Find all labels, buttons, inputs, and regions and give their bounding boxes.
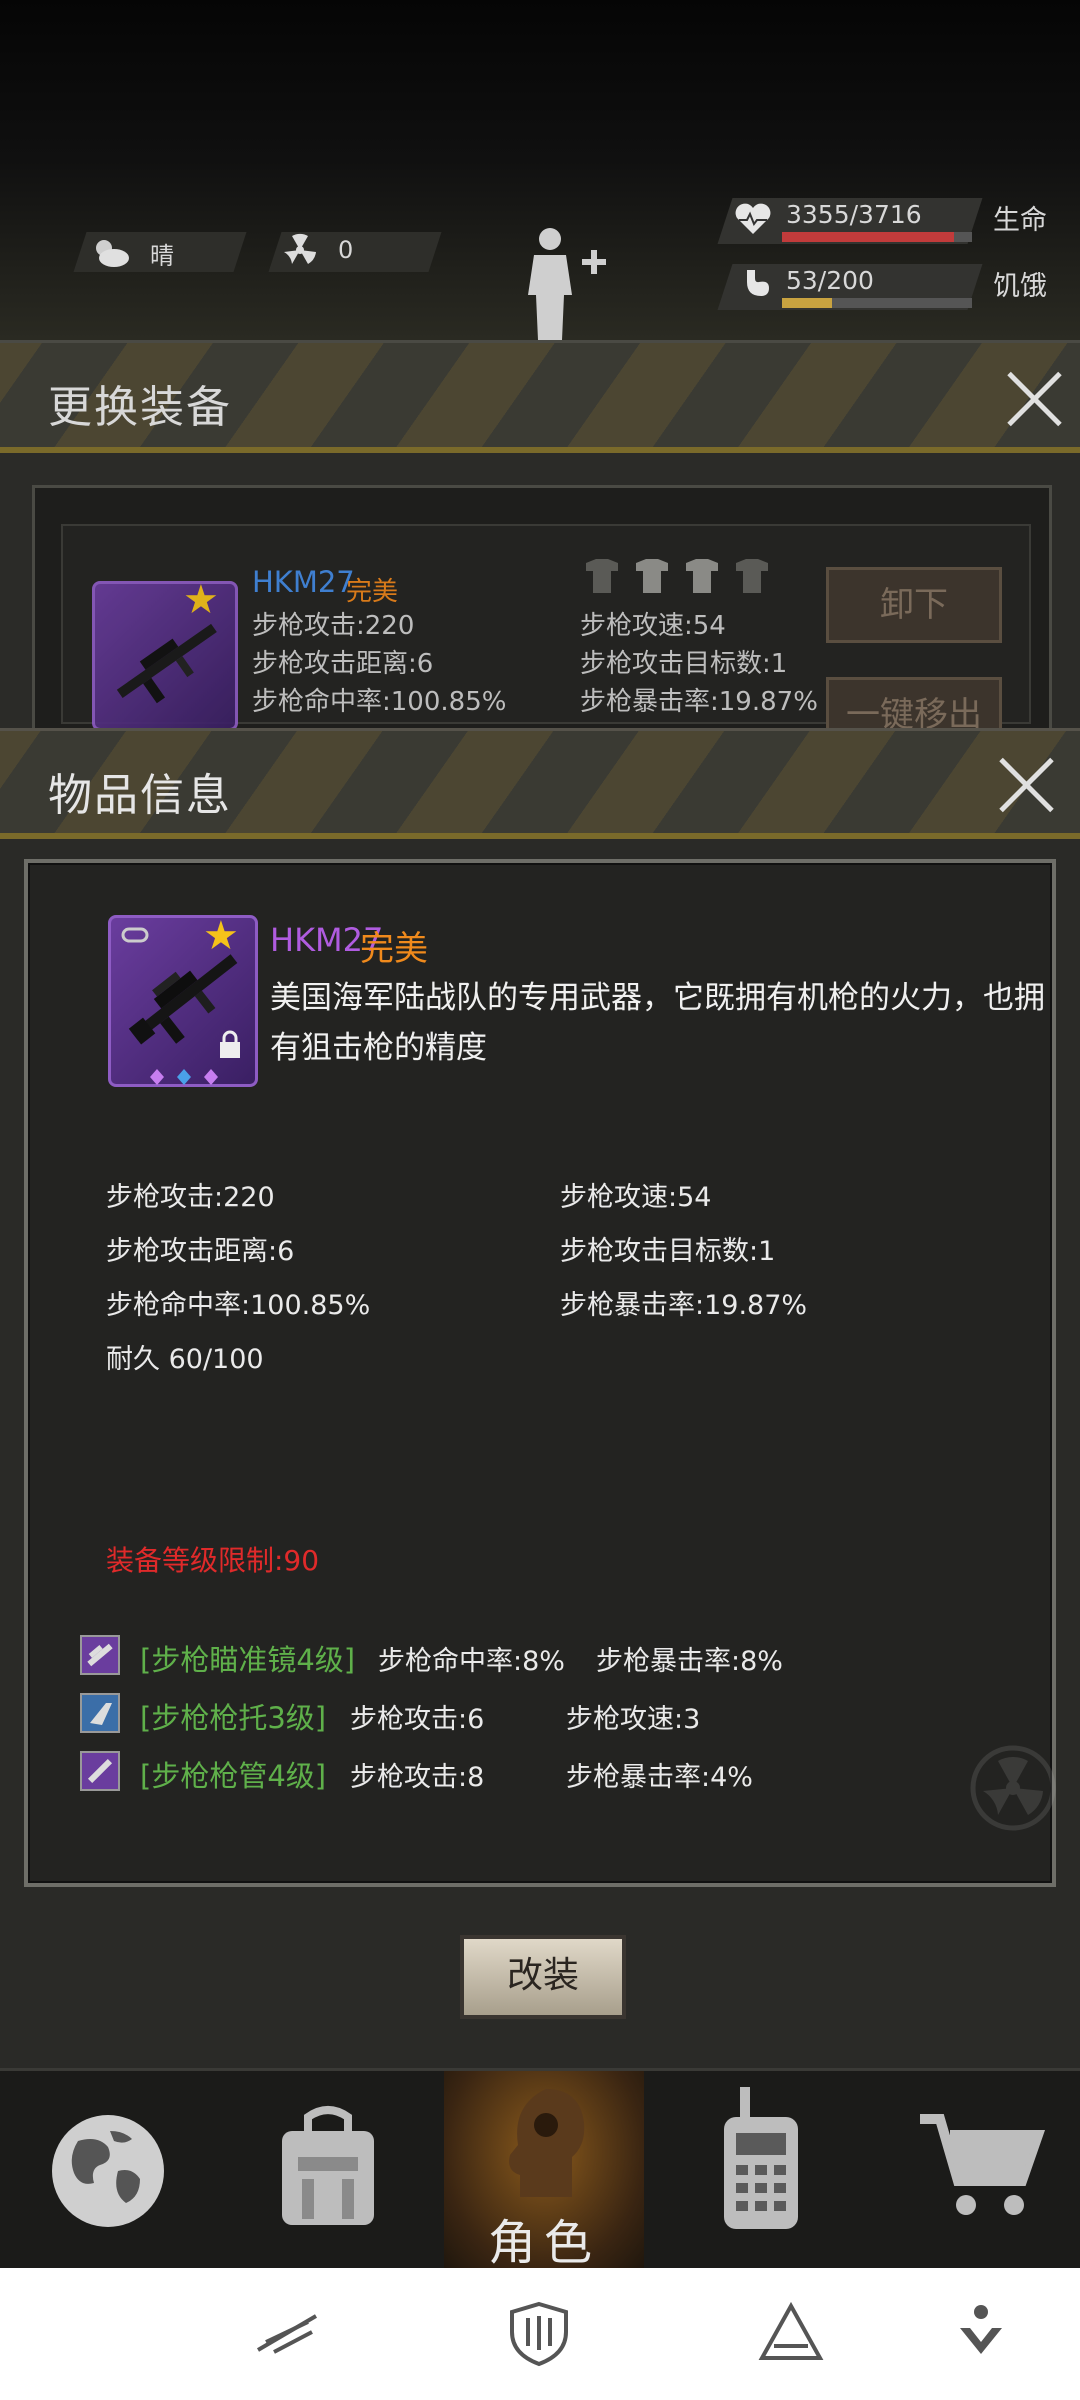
star-icon: ★ — [183, 577, 219, 623]
link-icon — [121, 927, 149, 943]
game-bottom-nav: 角色 — [0, 2068, 1080, 2271]
info-panel-close-icon[interactable] — [996, 755, 1056, 815]
change-equipment-panel: 更换装备 ★ HKM27 完美 步枪攻击:220 步枪攻击距离:6 步枪命中率:… — [0, 340, 1080, 753]
equipped-item-icon[interactable]: ★ — [92, 577, 238, 731]
globe-icon — [52, 2115, 164, 2227]
equipped-stat-right-2: 步枪暴击率:19.87% — [580, 687, 818, 717]
mod-barrel-stat-1: 步枪攻击:8 — [350, 1762, 485, 1793]
feather-icon[interactable] — [252, 2298, 322, 2368]
info-panel-title: 物品信息 — [48, 770, 232, 821]
mod-name-scope: [步枪瞄准镜4级] — [140, 1643, 356, 1677]
mod-scope-stat-1: 步枪命中率:8% — [378, 1646, 565, 1677]
equipped-stat-right-0: 步枪攻速:54 — [580, 611, 726, 641]
shield-icon[interactable] — [504, 2298, 574, 2368]
hp-label: 生命 — [993, 205, 1047, 236]
stat-attack-speed: 步枪攻速:54 — [560, 1182, 712, 1213]
equipped-stat-right-1: 步枪攻击目标数:1 — [580, 649, 788, 679]
equipped-item-name: HKM27 — [252, 565, 355, 599]
equip-panel-close-icon[interactable] — [1004, 369, 1064, 429]
equipped-stat-left-0: 步枪攻击:220 — [252, 611, 415, 641]
nav-backpack[interactable] — [228, 2071, 428, 2271]
nav-radio[interactable] — [660, 2071, 860, 2271]
stat-attack-range: 步枪攻击距离:6 — [106, 1236, 295, 1267]
modify-button[interactable]: 改装 — [460, 1935, 626, 2019]
equip-panel-title: 更换装备 — [48, 382, 232, 433]
character-icon — [509, 2089, 585, 2197]
stat-durability: 耐久 60/100 — [106, 1344, 264, 1375]
body-plus-icon[interactable] — [520, 225, 610, 340]
stat-target-count: 步枪攻击目标数:1 — [560, 1236, 776, 1267]
scope-icon — [80, 1635, 120, 1675]
stat-crit-rate: 步枪暴击率:19.87% — [560, 1290, 808, 1321]
triangle-icon[interactable] — [756, 2298, 826, 2368]
nav-character-label: 角色 — [487, 2215, 600, 2271]
equipped-item-quality: 完美 — [346, 577, 399, 607]
weather-label: 晴 — [150, 242, 174, 270]
mod-stock-stat-2: 步枪攻速:3 — [566, 1704, 701, 1735]
star-icon: ★ — [203, 913, 239, 959]
mod-stock-stat-1: 步枪攻击:6 — [350, 1704, 485, 1735]
stock-icon — [80, 1693, 120, 1733]
mod-name-stock: [步枪枪托3级] — [140, 1701, 327, 1735]
hunger-label: 饥饿 — [993, 271, 1047, 302]
cloud-sun-icon — [96, 240, 129, 267]
hunger-text: 53/200 — [786, 266, 874, 295]
hunger-bar-fill — [782, 298, 833, 308]
download-icon[interactable] — [946, 2298, 1016, 2368]
nav-world[interactable] — [12, 2071, 212, 2271]
mod-barrel-stat-2: 步枪暴击率:4% — [566, 1762, 753, 1793]
mod-name-barrel: [步枪枪管4级] — [140, 1759, 327, 1793]
stat-rifle-attack: 步枪攻击:220 — [106, 1182, 275, 1213]
barrel-icon — [80, 1751, 120, 1791]
nav-character[interactable]: 角色 — [444, 2071, 644, 2271]
item-icon: ★ — [108, 915, 258, 1087]
radiation-icon — [284, 233, 316, 264]
status-hud: 晴 0 3355/3716 生命 53/200 饥饿 — [0, 0, 1080, 340]
heart-icon — [735, 203, 771, 234]
hp-bar-fill — [782, 232, 954, 242]
system-nav-bar — [0, 2268, 1080, 2400]
radiation-watermark-icon — [970, 1745, 1056, 1831]
nav-shop[interactable] — [876, 2071, 1076, 2271]
item-description-line-1: 美国海军陆战队的专用武器，它既拥有机枪的火力，也拥 — [270, 980, 1045, 1016]
hunger-bar — [782, 298, 972, 308]
stat-hit-rate: 步枪命中率:100.85% — [106, 1290, 371, 1321]
stomach-icon — [747, 270, 769, 296]
unequip-button[interactable]: 卸下 — [826, 567, 1002, 643]
armor-slots-icon — [586, 559, 768, 593]
lock-icon — [220, 1030, 240, 1058]
rifle-icon — [116, 623, 217, 704]
cart-icon — [920, 2114, 1046, 2215]
mod-scope-stat-2: 步枪暴击率:8% — [596, 1646, 783, 1677]
backpack-icon — [282, 2106, 374, 2225]
equipped-stat-left-1: 步枪攻击距离:6 — [252, 649, 434, 679]
item-quality: 完美 — [360, 929, 428, 969]
radiation-value: 0 — [338, 236, 354, 264]
equipped-stat-left-2: 步枪命中率:100.85% — [252, 687, 507, 717]
item-description-line-2: 有狙击枪的精度 — [270, 1030, 487, 1066]
radio-icon — [724, 2087, 798, 2229]
hp-text: 3355/3716 — [786, 200, 922, 229]
item-info-panel: 物品信息 ★ HKM27 完美 美国海军陆战队的专用武器，它既拥有机枪的火力，也… — [0, 728, 1080, 2068]
level-requirement: 装备等级限制:90 — [106, 1544, 320, 1577]
gem-slots-icon — [150, 1069, 218, 1085]
hp-bar — [782, 232, 972, 242]
